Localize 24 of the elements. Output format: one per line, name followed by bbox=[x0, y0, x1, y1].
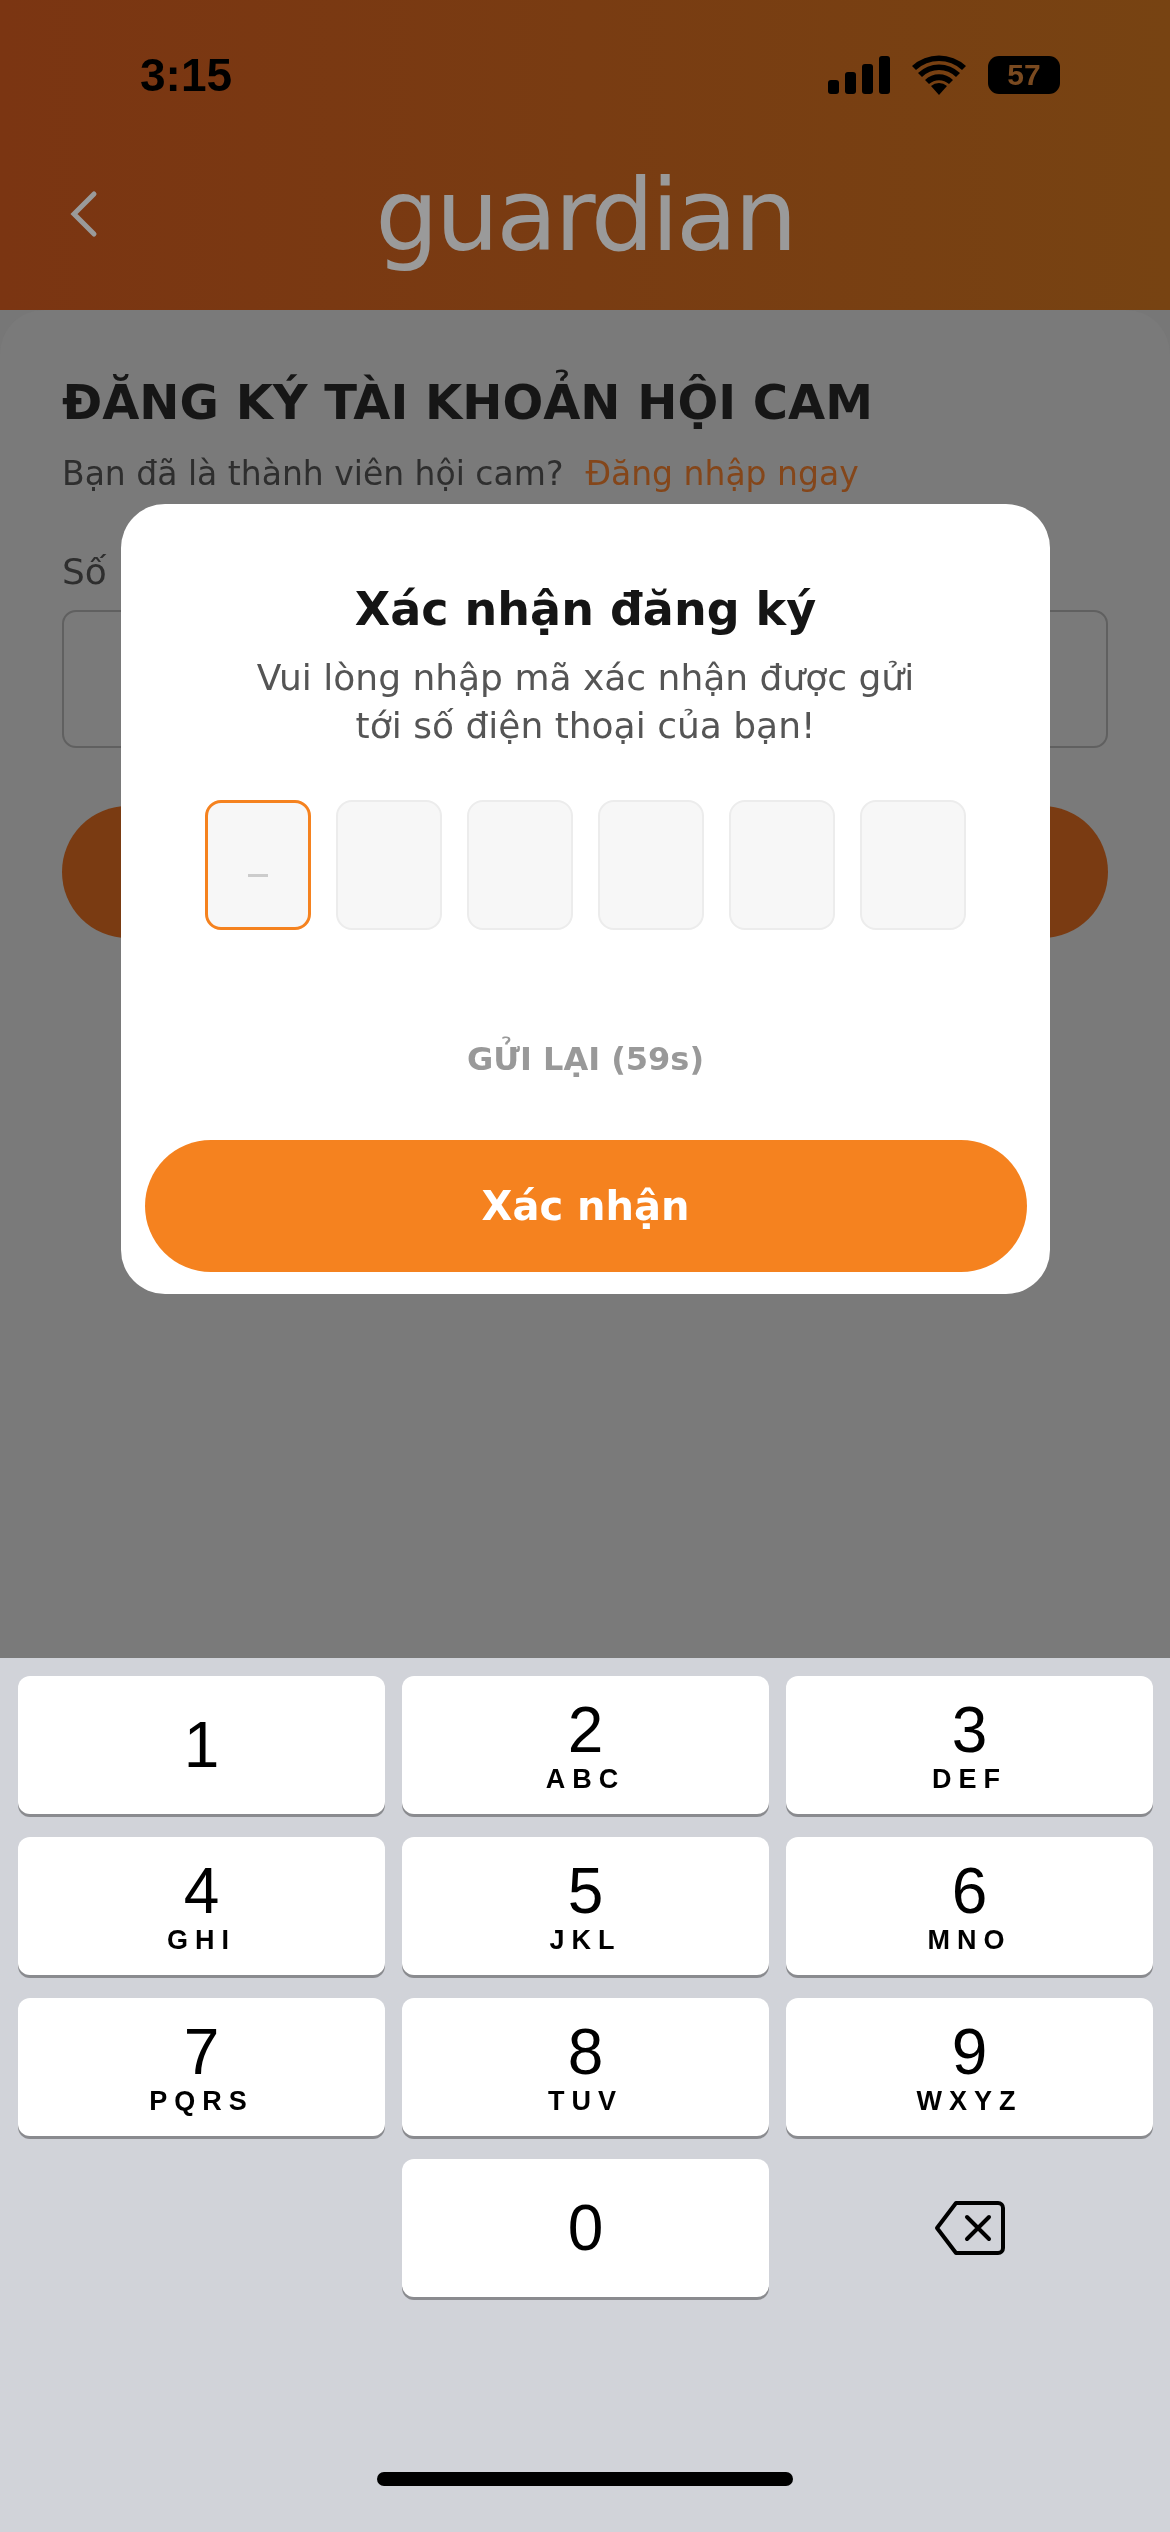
keypad-key[interactable]: 6 MNO bbox=[786, 1837, 1153, 1975]
dialog-message: Vui lòng nhập mã xác nhận được gửi tới số điện thoại của bạn! bbox=[255, 656, 916, 748]
keypad-key[interactable]: 1 bbox=[18, 1676, 385, 1814]
keypad-key[interactable]: 2 ABC bbox=[402, 1676, 769, 1814]
status-time: 3:15 bbox=[140, 48, 233, 102]
signal-icon bbox=[828, 56, 890, 94]
battery-level: 57 bbox=[1007, 58, 1041, 92]
wifi-icon bbox=[912, 55, 966, 95]
keypad-key[interactable]: 9 WXYZ bbox=[786, 1998, 1153, 2136]
keypad-key[interactable]: 0 bbox=[402, 2159, 769, 2297]
keypad-key[interactable]: 3 DEF bbox=[786, 1676, 1153, 1814]
dialog-title: Xác nhận đăng ký bbox=[354, 582, 817, 636]
member-prompt: Bạn đã là thành viên hội cam? bbox=[62, 454, 564, 494]
keypad-key[interactable]: 8 TUV bbox=[402, 1998, 769, 2136]
keypad-key[interactable]: 4 GHI bbox=[18, 1837, 385, 1975]
cursor-icon bbox=[248, 873, 268, 877]
field-label: Số bbox=[62, 551, 108, 593]
logo: guardian bbox=[375, 156, 795, 274]
page-title: ĐĂNG KÝ TÀI KHOẢN HỘI CAM bbox=[62, 365, 1108, 437]
keypad-key[interactable]: 7 PQRS bbox=[18, 1998, 385, 2136]
backspace-icon bbox=[933, 2200, 1006, 2256]
keypad-key[interactable]: 5 JKL bbox=[402, 1837, 769, 1975]
back-icon[interactable] bbox=[68, 190, 98, 238]
code-box[interactable] bbox=[205, 800, 311, 930]
